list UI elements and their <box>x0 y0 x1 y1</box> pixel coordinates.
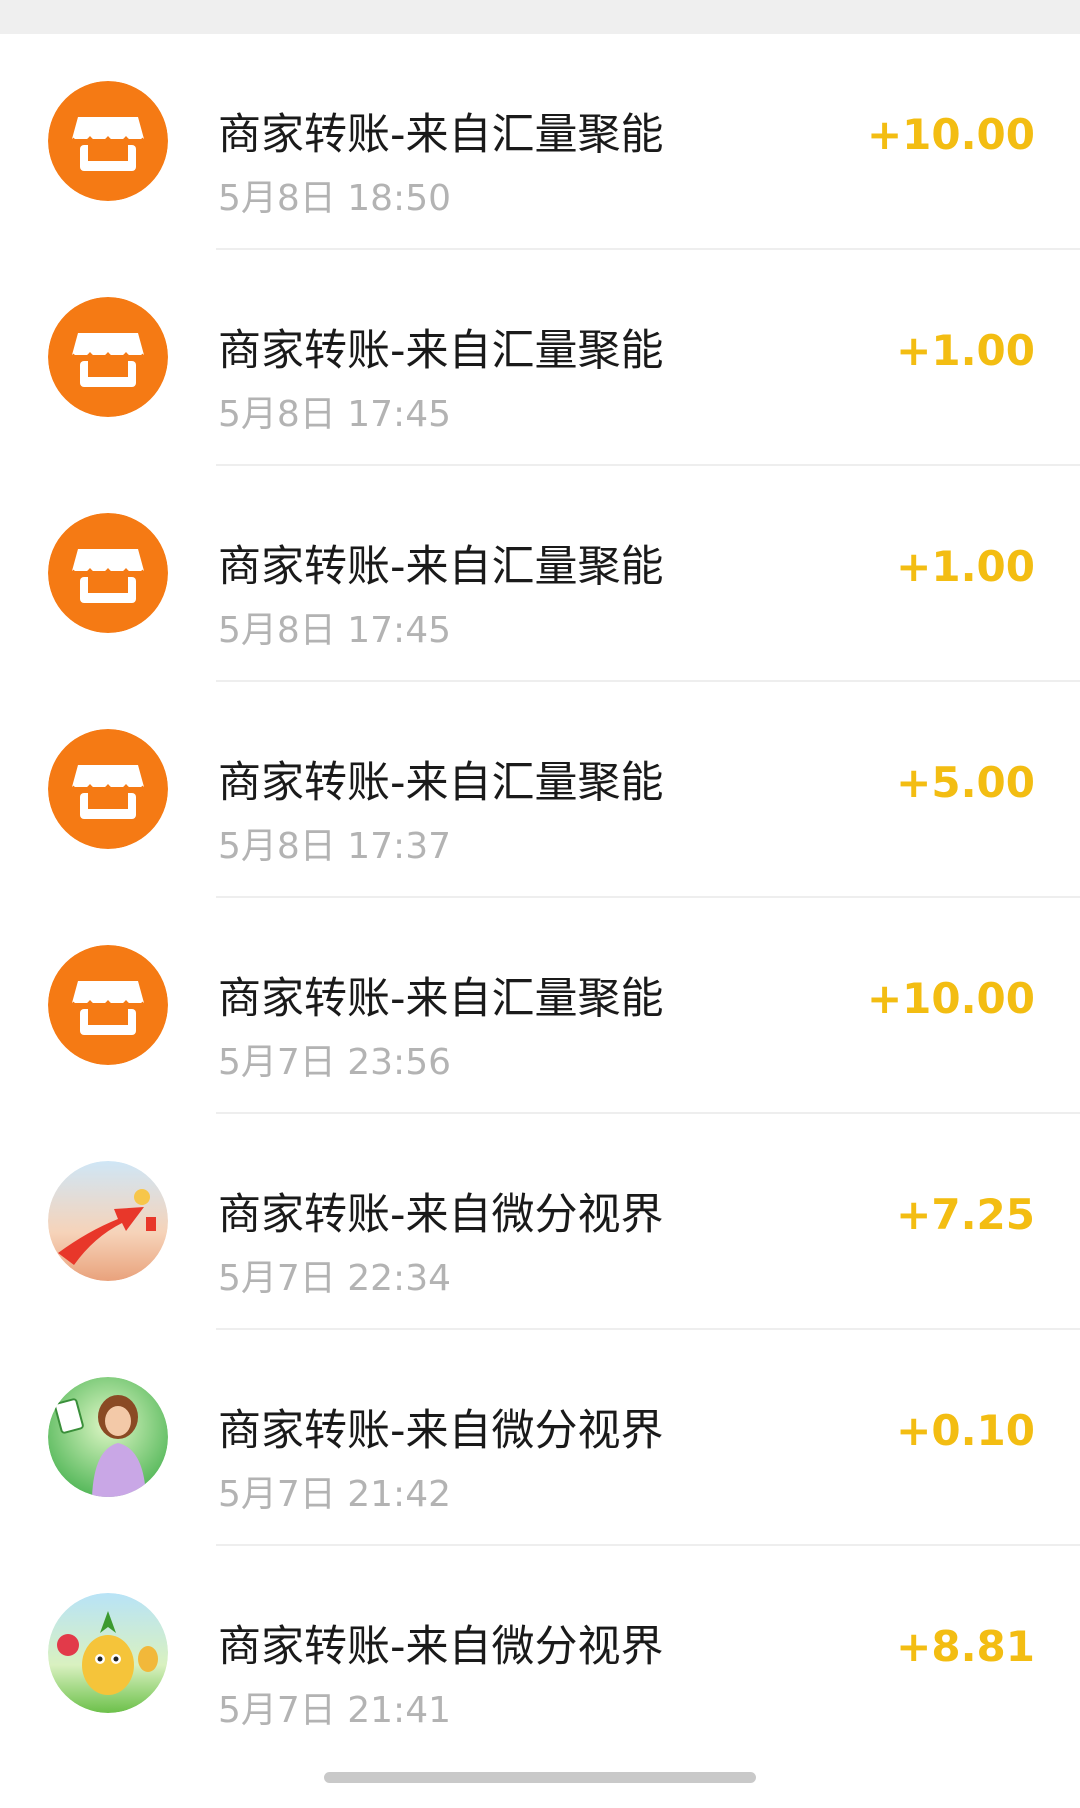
transaction-title: 商家转账-来自汇量聚能 <box>218 326 664 376</box>
transaction-time: 5月8日 18:50 <box>218 178 451 219</box>
transaction-title: 商家转账-来自汇量聚能 <box>218 542 664 592</box>
transaction-time: 5月7日 23:56 <box>218 1042 451 1083</box>
transaction-row[interactable]: 商家转账-来自微分视界 5月7日 21:41 +8.81 <box>0 1546 1080 1762</box>
transaction-amount: +5.00 <box>896 758 1035 807</box>
transaction-time: 5月7日 21:41 <box>218 1690 451 1731</box>
transaction-title: 商家转账-来自微分视界 <box>218 1190 664 1240</box>
store-icon <box>48 513 168 633</box>
mahjong-lady-game-avatar <box>48 1377 168 1497</box>
transaction-title: 商家转账-来自汇量聚能 <box>218 974 664 1024</box>
transaction-title: 商家转账-来自汇量聚能 <box>218 110 664 160</box>
home-indicator[interactable] <box>324 1772 756 1783</box>
top-status-strip <box>0 0 1080 34</box>
transaction-amount: +0.10 <box>896 1406 1035 1455</box>
transaction-amount: +7.25 <box>896 1190 1035 1239</box>
transaction-time: 5月8日 17:45 <box>218 610 451 651</box>
transaction-row[interactable]: 商家转账-来自微分视界 5月7日 22:34 +7.25 <box>0 1114 1080 1330</box>
transaction-row[interactable]: 商家转账-来自汇量聚能 5月8日 17:37 +5.00 <box>0 682 1080 898</box>
pineapple-fruit-game-avatar <box>48 1593 168 1713</box>
transaction-time: 5月7日 21:42 <box>218 1474 451 1515</box>
transaction-amount: +1.00 <box>896 542 1035 591</box>
store-icon <box>48 729 168 849</box>
transaction-list: 商家转账-来自汇量聚能 5月8日 18:50 +10.00 商家转账-来自汇量聚… <box>0 34 1080 1762</box>
transaction-row[interactable]: 商家转账-来自微分视界 5月7日 21:42 +0.10 <box>0 1330 1080 1546</box>
transaction-title: 商家转账-来自汇量聚能 <box>218 758 664 808</box>
store-icon <box>48 297 168 417</box>
transaction-amount: +10.00 <box>866 974 1035 1023</box>
transaction-row[interactable]: 商家转账-来自汇量聚能 5月8日 17:45 +1.00 <box>0 466 1080 682</box>
transaction-amount: +1.00 <box>896 326 1035 375</box>
transaction-row[interactable]: 商家转账-来自汇量聚能 5月8日 18:50 +10.00 <box>0 34 1080 250</box>
transaction-title: 商家转账-来自微分视界 <box>218 1406 664 1456</box>
transaction-time: 5月7日 22:34 <box>218 1258 451 1299</box>
transaction-time: 5月8日 17:37 <box>218 826 451 867</box>
store-icon <box>48 945 168 1065</box>
transaction-amount: +10.00 <box>866 110 1035 159</box>
red-arrow-game-avatar <box>48 1161 168 1281</box>
transaction-row[interactable]: 商家转账-来自汇量聚能 5月7日 23:56 +10.00 <box>0 898 1080 1114</box>
store-icon <box>48 81 168 201</box>
transaction-row[interactable]: 商家转账-来自汇量聚能 5月8日 17:45 +1.00 <box>0 250 1080 466</box>
transaction-amount: +8.81 <box>896 1622 1035 1671</box>
transaction-title: 商家转账-来自微分视界 <box>218 1622 664 1672</box>
transaction-time: 5月8日 17:45 <box>218 394 451 435</box>
